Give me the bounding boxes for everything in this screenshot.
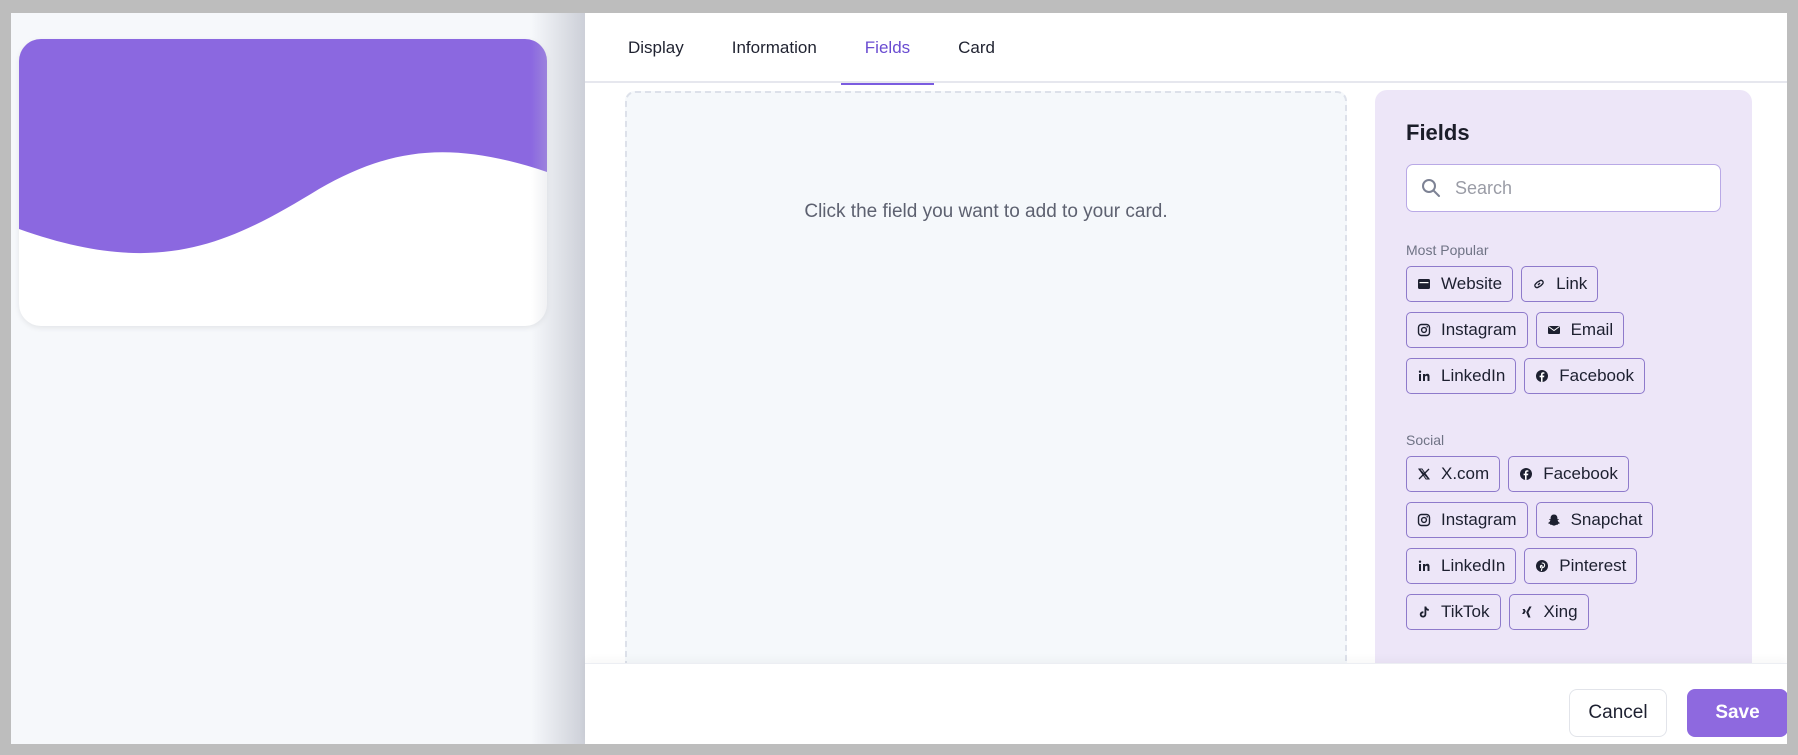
field-xing-button[interactable]: Xing <box>1508 594 1589 630</box>
linkedin-icon <box>1417 369 1431 383</box>
section-label-social: Social <box>1406 432 1445 448</box>
pinterest-icon <box>1535 559 1549 573</box>
field-pinterest-button[interactable]: Pinterest <box>1524 548 1638 584</box>
tiktok-icon <box>1417 605 1431 619</box>
tab-fields[interactable]: Fields <box>840 13 935 85</box>
section-label-most-popular: Most Popular <box>1406 242 1489 258</box>
fields-picker: Fields Most Popular Website Link <box>1375 90 1752 671</box>
field-instagram-button[interactable]: Instagram <box>1406 312 1528 348</box>
chip-label: LinkedIn <box>1441 366 1506 385</box>
link-icon <box>1532 277 1546 291</box>
card-preview <box>19 39 547 326</box>
instagram-icon <box>1417 513 1431 527</box>
linkedin-icon <box>1417 559 1431 573</box>
field-linkedin-social-button[interactable]: LinkedIn <box>1406 548 1517 584</box>
card-fields-dropzone[interactable]: Click the field you want to add to your … <box>625 91 1347 671</box>
instagram-icon <box>1417 323 1431 337</box>
field-tiktok-button[interactable]: TikTok <box>1406 594 1501 630</box>
chip-label: Snapchat <box>1570 510 1643 529</box>
chip-label: Email <box>1570 320 1614 339</box>
editor-panel: Display Information Fields Card Click th… <box>585 13 1787 744</box>
field-email-button[interactable]: Email <box>1535 312 1625 348</box>
chip-label: Instagram <box>1441 320 1517 339</box>
chip-label: Link <box>1556 274 1588 293</box>
card-wave-header <box>19 39 547 254</box>
field-link-button[interactable]: Link <box>1521 266 1599 302</box>
dropzone-hint: Click the field you want to add to your … <box>804 201 1168 222</box>
field-linkedin-button[interactable]: LinkedIn <box>1406 358 1517 394</box>
chip-label: Website <box>1441 274 1503 293</box>
app-window: Display Information Fields Card Click th… <box>11 13 1787 744</box>
tab-bar: Display Information Fields Card <box>585 13 1787 85</box>
field-instagram-social-button[interactable]: Instagram <box>1406 502 1528 538</box>
fields-title: Fields <box>1406 120 1470 145</box>
chip-label: X.com <box>1441 464 1490 483</box>
chip-label: Xing <box>1543 602 1578 621</box>
tab-card[interactable]: Card <box>934 13 1019 83</box>
field-facebook-button[interactable]: Facebook <box>1524 358 1645 394</box>
tab-information[interactable]: Information <box>708 13 841 83</box>
snapchat-icon <box>1547 513 1561 527</box>
facebook-icon <box>1519 467 1533 481</box>
facebook-icon <box>1535 369 1549 383</box>
tab-display[interactable]: Display <box>628 13 708 83</box>
search-input[interactable] <box>1455 177 1705 199</box>
most-popular-list: Website Link Instagram Email LinkedIn Fa… <box>1406 266 1726 404</box>
field-facebook-social-button[interactable]: Facebook <box>1508 456 1629 492</box>
footer-bar: Cancel Save <box>585 663 1787 744</box>
card-preview-area <box>11 13 585 744</box>
panel-divider-shadow <box>531 13 585 744</box>
chip-label: Instagram <box>1441 510 1517 529</box>
chip-label: Facebook <box>1543 464 1618 483</box>
fields-search[interactable] <box>1406 164 1721 212</box>
chip-label: TikTok <box>1441 602 1490 621</box>
field-snapchat-button[interactable]: Snapchat <box>1535 502 1654 538</box>
cancel-button[interactable]: Cancel <box>1569 689 1667 737</box>
field-x-button[interactable]: X.com <box>1406 456 1501 492</box>
search-icon <box>1422 179 1440 197</box>
social-list: X.com Facebook Instagram Snapchat Linked… <box>1406 456 1726 640</box>
envelope-icon <box>1547 323 1561 337</box>
field-website-button[interactable]: Website <box>1406 266 1514 302</box>
chip-label: LinkedIn <box>1441 556 1506 575</box>
save-button[interactable]: Save <box>1687 689 1787 737</box>
browser-icon <box>1417 277 1431 291</box>
x-icon <box>1417 467 1431 481</box>
xing-icon <box>1520 605 1534 619</box>
chip-label: Facebook <box>1559 366 1634 385</box>
chip-label: Pinterest <box>1559 556 1627 575</box>
